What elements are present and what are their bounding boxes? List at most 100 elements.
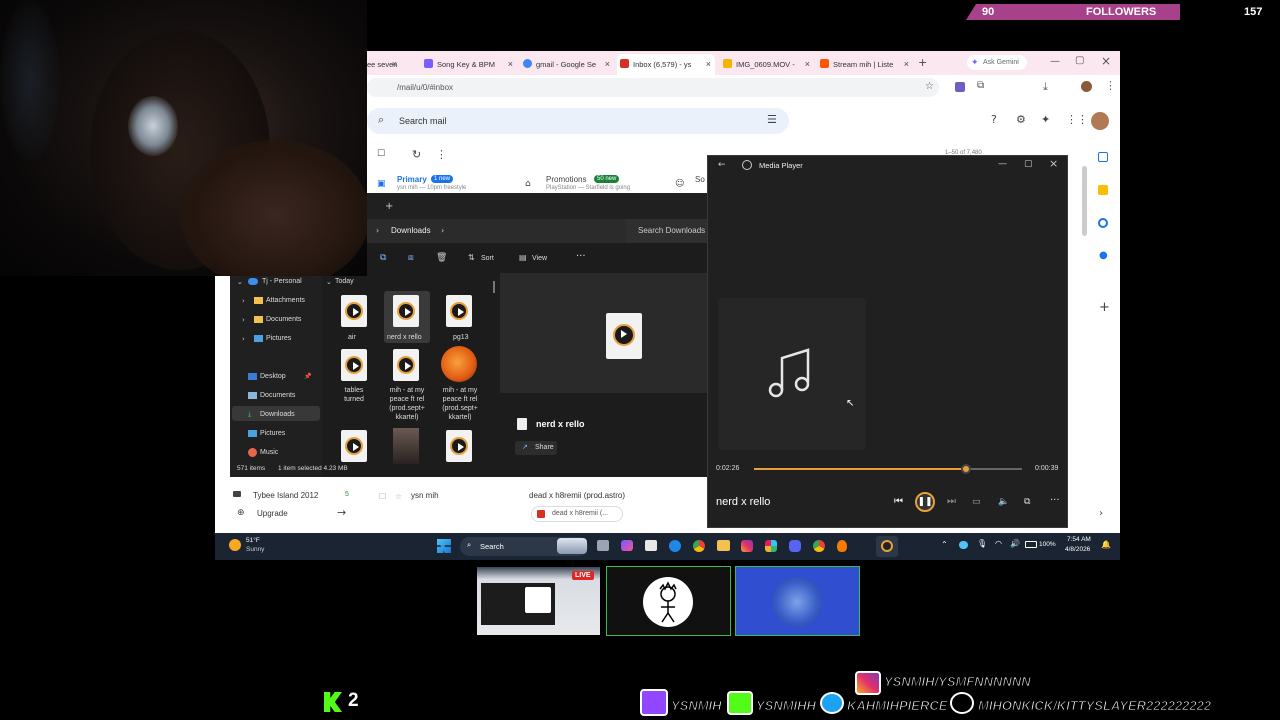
scrollbar[interactable] <box>1082 166 1087 236</box>
email-subject[interactable]: dead x h8remii (prod.astro) <box>529 491 625 500</box>
video-file-icon[interactable] <box>341 295 367 327</box>
file-name[interactable]: pg13 <box>453 334 469 341</box>
task-view-icon[interactable] <box>597 540 609 551</box>
file-name[interactable]: air <box>348 334 356 341</box>
puzzle-icon[interactable]: ⧉ <box>977 80 984 91</box>
arrow-right-icon[interactable]: → <box>337 506 346 519</box>
fl-studio-icon[interactable] <box>441 346 477 382</box>
wifi-icon[interactable]: ◠ <box>995 539 1002 548</box>
minimize-icon[interactable]: — <box>1050 56 1060 67</box>
tab-6[interactable]: Stream mih | Liste × <box>817 54 913 75</box>
tab-inbox[interactable]: Inbox (6,579) - ys × <box>617 54 715 75</box>
upgrade-link[interactable]: Upgrade <box>257 509 288 518</box>
more-options-icon[interactable]: ··· <box>1050 495 1060 506</box>
view-button[interactable]: View <box>532 255 547 262</box>
stream-thumbnail-screen[interactable]: LIVE <box>476 566 601 636</box>
nav-pictures-quick[interactable]: Pictures <box>260 430 285 437</box>
chevron-right-icon[interactable]: › <box>1099 508 1103 519</box>
tab-5[interactable]: IMG_0609.MOV - × <box>720 54 814 75</box>
back-arrow-icon[interactable]: ← <box>718 160 726 170</box>
microphone-icon[interactable]: 🎙 <box>977 539 987 548</box>
maximize-icon[interactable]: ▢ <box>1075 55 1084 66</box>
nav-downloads[interactable]: Downloads <box>260 411 295 418</box>
windows-start-icon[interactable] <box>437 539 451 553</box>
onedrive-tray-icon[interactable] <box>959 541 968 549</box>
slack-icon[interactable] <box>765 540 777 552</box>
minimize-icon[interactable]: — <box>998 159 1007 169</box>
battery-icon[interactable] <box>1025 541 1037 548</box>
stream-thumbnail-art[interactable] <box>735 566 860 636</box>
apps-grid-icon[interactable]: ⋮⋮ <box>1066 113 1088 126</box>
chrome-profile-icon[interactable] <box>813 540 825 552</box>
instagram-icon[interactable] <box>741 540 753 552</box>
attachment-chip[interactable]: dead x h8remii (... <box>531 506 623 522</box>
chevron-up-icon[interactable]: ⌃ <box>941 540 948 549</box>
share-button[interactable]: ↗ Share <box>515 441 557 455</box>
store-icon[interactable] <box>645 540 657 551</box>
miniplayer-icon[interactable]: ▭ <box>972 497 981 507</box>
label-tybee[interactable]: Tybee Island 2012 <box>253 491 318 500</box>
notification-bell-icon[interactable]: 🔔 <box>1101 540 1111 549</box>
profile-avatar[interactable] <box>1081 81 1092 92</box>
clock-time[interactable]: 7:54 AM <box>1067 536 1091 543</box>
image-thumbnail[interactable] <box>393 428 419 464</box>
tab-2[interactable]: Song Key & BPM × <box>421 54 517 75</box>
pause-button[interactable]: ❚❚ <box>915 492 935 512</box>
file-name[interactable]: tables turned <box>341 386 367 404</box>
nav-documents[interactable]: Documents <box>266 316 301 323</box>
more-icon[interactable]: ⋮ <box>436 148 447 161</box>
previous-icon[interactable]: ⏮ <box>894 496 903 507</box>
keep-icon[interactable] <box>1098 185 1108 195</box>
video-file-icon[interactable] <box>446 430 472 462</box>
download-icon[interactable]: ⤓ <box>1043 80 1048 94</box>
copilot-icon[interactable] <box>621 540 633 551</box>
nav-music[interactable]: Music <box>260 449 278 456</box>
fl-studio-taskbar-icon[interactable] <box>837 540 847 552</box>
weather-temp[interactable]: 51°F <box>246 537 260 544</box>
chrome-icon[interactable] <box>693 540 705 552</box>
more-icon[interactable]: ··· <box>576 251 586 262</box>
refresh-icon[interactable]: ↻ <box>412 148 421 161</box>
tasks-icon[interactable] <box>1098 218 1108 228</box>
close-icon[interactable]: × <box>1049 157 1058 170</box>
social-tab[interactable]: So <box>695 175 705 184</box>
next-icon[interactable]: ⏭ <box>947 496 956 507</box>
video-file-icon[interactable] <box>341 349 367 381</box>
gemini-sparkle-icon[interactable]: ✦ <box>1041 113 1050 126</box>
nav-pictures[interactable]: Pictures <box>266 335 291 342</box>
seek-thumb[interactable] <box>960 464 971 474</box>
discord-icon[interactable] <box>789 540 801 552</box>
gear-icon[interactable]: ⚙ <box>1016 113 1026 126</box>
nav-attachments[interactable]: Attachments <box>266 297 305 304</box>
nav-documents-quick[interactable]: Documents <box>260 392 295 399</box>
extension-icon[interactable] <box>955 82 965 92</box>
ask-gemini-button[interactable]: ✦ Ask Gemini <box>967 55 1027 70</box>
menu-kebab-icon[interactable]: ⋮ <box>1105 79 1116 92</box>
video-file-icon[interactable] <box>341 430 367 462</box>
row-star-icon[interactable]: ☆ <box>395 492 402 501</box>
promotions-tab[interactable]: Promotions <box>546 175 586 184</box>
gmail-search-input[interactable]: Search mail <box>367 108 789 134</box>
row-checkbox[interactable]: ☐ <box>379 492 386 501</box>
primary-tab[interactable]: Primary <box>397 175 427 184</box>
nav-onedrive[interactable]: Tj - Personal <box>262 278 302 285</box>
address-input[interactable]: /mail/u/0/#inbox <box>367 78 939 97</box>
speaker-icon[interactable]: 🔊 <box>1010 539 1020 548</box>
tab-1[interactable]: ee seven × <box>365 54 401 75</box>
stream-thumbnail-avatar[interactable] <box>606 566 731 636</box>
calendar-icon[interactable] <box>1098 152 1108 162</box>
add-addon-icon[interactable]: + <box>1099 300 1110 315</box>
maximize-icon[interactable]: ▢ <box>1024 159 1033 169</box>
edge-icon[interactable] <box>669 540 681 552</box>
contacts-icon[interactable]: ● <box>1099 250 1108 261</box>
explorer-search-input[interactable]: Search Downloads <box>626 219 708 243</box>
weather-condition[interactable]: Sunny <box>246 546 264 553</box>
clock-date[interactable]: 4/8/2026 <box>1065 546 1090 553</box>
file-name[interactable]: mih - at my peace ft rel (prod.sept+ kka… <box>438 386 482 422</box>
bookmark-star-icon[interactable]: ☆ <box>925 81 934 92</box>
account-avatar[interactable] <box>1091 112 1109 130</box>
filter-icon[interactable]: ☰ <box>767 113 777 126</box>
file-name[interactable]: mih - at my peace ft rel (prod.sept+ kka… <box>385 386 429 422</box>
file-name-selected[interactable]: nerd x rello <box>387 334 422 341</box>
rename-icon[interactable]: ⧈ <box>408 253 414 263</box>
